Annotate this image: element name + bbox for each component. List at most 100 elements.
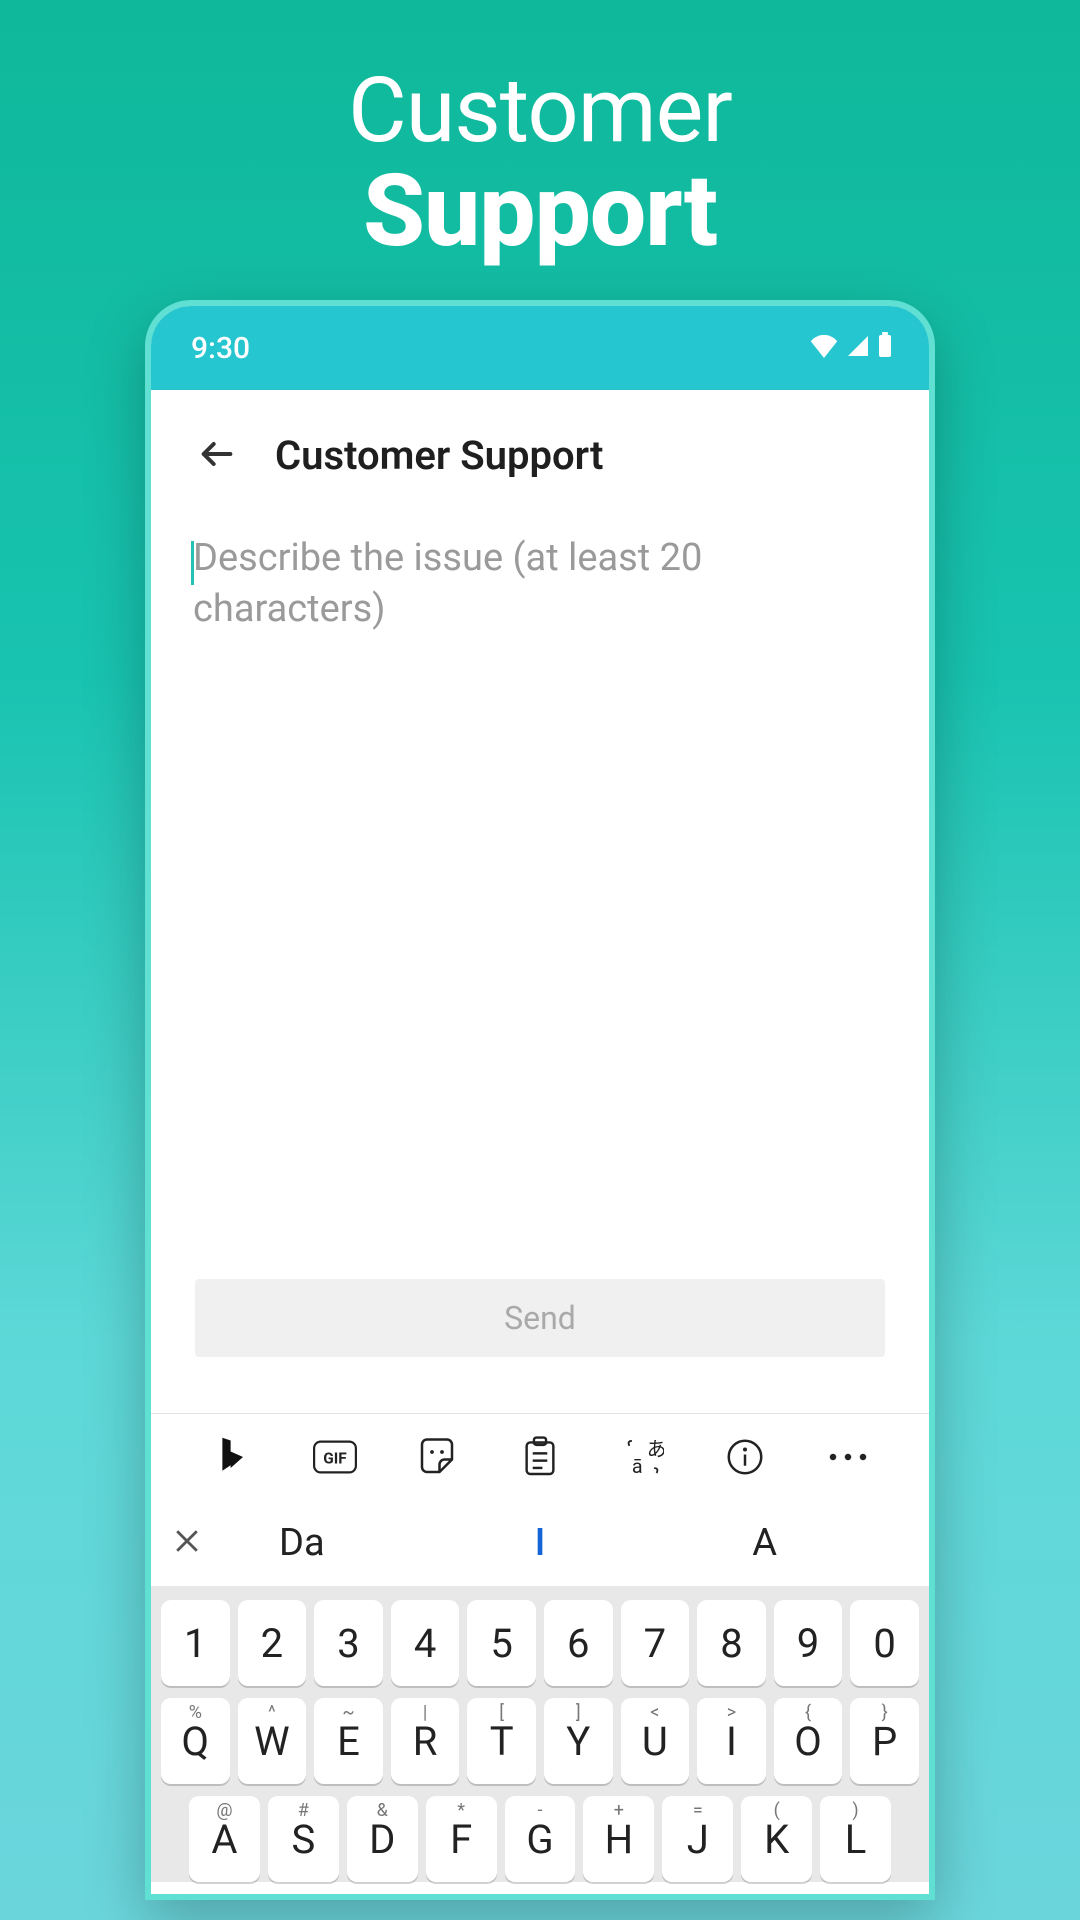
suggestion-1[interactable]: Da: [201, 1521, 325, 1565]
svg-text:GIF: GIF: [323, 1450, 347, 1468]
svg-text:ā: ā: [631, 1455, 642, 1478]
status-icons: [809, 331, 899, 366]
signal-icon: [845, 331, 871, 366]
key-main-label: O: [794, 1718, 822, 1765]
key-main-label: F: [450, 1816, 472, 1863]
phone-frame: 9:30 Customer Support Send: [145, 300, 935, 1900]
keyboard-row-asdf: @A#S&D*F-G+H=J(K)L: [161, 1796, 919, 1882]
bing-icon[interactable]: [210, 1435, 254, 1479]
key-main-label: 9: [797, 1620, 819, 1667]
key-O[interactable]: {O: [774, 1698, 843, 1784]
key-main-label: D: [369, 1816, 395, 1863]
key-Y[interactable]: ]Y: [544, 1698, 613, 1784]
key-H[interactable]: +H: [583, 1796, 654, 1882]
key-5[interactable]: 5: [467, 1600, 536, 1686]
key-main-label: Q: [182, 1718, 210, 1765]
more-icon[interactable]: [826, 1435, 870, 1479]
key-alt-label: *: [457, 1800, 465, 1821]
suggestion-close-group: Da: [173, 1521, 418, 1565]
sticker-icon[interactable]: [415, 1435, 459, 1479]
text-cursor: [191, 541, 194, 585]
info-icon[interactable]: [723, 1435, 767, 1479]
key-4[interactable]: 4: [391, 1600, 460, 1686]
main-content: Send: [151, 509, 929, 1413]
key-main-label: 2: [261, 1620, 283, 1667]
key-U[interactable]: <U: [621, 1698, 690, 1784]
key-main-label: H: [605, 1816, 634, 1863]
app-header: Customer Support: [151, 390, 929, 509]
key-F[interactable]: *F: [426, 1796, 497, 1882]
key-alt-label: +: [614, 1800, 624, 1821]
suggestion-3[interactable]: A: [662, 1521, 907, 1565]
key-main-label: I: [726, 1718, 737, 1765]
key-J[interactable]: =J: [662, 1796, 733, 1882]
key-main-label: J: [687, 1816, 709, 1863]
suggestion-2[interactable]: I: [418, 1521, 663, 1565]
key-R[interactable]: |R: [391, 1698, 460, 1784]
arrow-left-icon: [197, 459, 237, 478]
key-G[interactable]: -G: [505, 1796, 576, 1882]
key-alt-label: [: [499, 1702, 504, 1723]
key-S[interactable]: #S: [268, 1796, 339, 1882]
key-main-label: 5: [490, 1620, 512, 1667]
key-alt-label: {: [805, 1702, 811, 1723]
key-P[interactable]: }P: [850, 1698, 919, 1784]
keyboard-keys: 1234567890 %Q^W~E|R[T]Y<U>I{O}P @A#S&D*F…: [151, 1586, 929, 1882]
key-W[interactable]: ^W: [238, 1698, 307, 1784]
key-6[interactable]: 6: [544, 1600, 613, 1686]
key-main-label: S: [291, 1816, 315, 1863]
keyboard-toolbar: GIF āあ: [151, 1414, 929, 1500]
promo-title: Customer Support: [348, 58, 732, 270]
issue-textarea[interactable]: [187, 533, 893, 753]
page-title: Customer Support: [275, 432, 603, 479]
status-bar: 9:30: [151, 306, 929, 390]
key-alt-label: ]: [576, 1702, 581, 1723]
key-alt-label: |: [423, 1702, 427, 1723]
key-L[interactable]: )L: [820, 1796, 891, 1882]
key-E[interactable]: ~E: [314, 1698, 383, 1784]
key-alt-label: ^: [268, 1702, 276, 1723]
key-T[interactable]: [T: [467, 1698, 536, 1784]
key-alt-label: >: [727, 1702, 736, 1723]
key-D[interactable]: &D: [347, 1796, 418, 1882]
key-2[interactable]: 2: [238, 1600, 307, 1686]
key-8[interactable]: 8: [697, 1600, 766, 1686]
gif-icon[interactable]: GIF: [313, 1435, 357, 1479]
key-alt-label: @: [216, 1800, 232, 1821]
key-main-label: 6: [567, 1620, 589, 1667]
key-K[interactable]: (K: [741, 1796, 812, 1882]
close-icon[interactable]: [173, 1521, 201, 1565]
promo-title-line1: Customer: [348, 58, 732, 163]
key-1[interactable]: 1: [161, 1600, 230, 1686]
key-0[interactable]: 0: [850, 1600, 919, 1686]
clipboard-icon[interactable]: [518, 1435, 562, 1479]
back-button[interactable]: [197, 434, 237, 478]
key-alt-label: (: [774, 1800, 780, 1821]
issue-field-wrap: [187, 533, 893, 757]
status-time: 9:30: [181, 331, 250, 366]
key-I[interactable]: >I: [697, 1698, 766, 1784]
key-3[interactable]: 3: [314, 1600, 383, 1686]
key-main-label: Y: [566, 1718, 590, 1765]
key-alt-label: &: [377, 1800, 388, 1821]
key-alt-label: <: [650, 1702, 659, 1723]
key-alt-label: }: [882, 1702, 888, 1723]
key-alt-label: #: [298, 1800, 309, 1821]
keyboard-suggestion-bar: Da I A: [151, 1500, 929, 1586]
translate-icon[interactable]: āあ: [621, 1435, 665, 1479]
promo-title-line2: Support: [348, 153, 732, 270]
key-7[interactable]: 7: [621, 1600, 690, 1686]
key-main-label: 8: [720, 1620, 742, 1667]
key-9[interactable]: 9: [774, 1600, 843, 1686]
send-button[interactable]: Send: [195, 1279, 885, 1357]
key-alt-label: %: [189, 1702, 202, 1723]
key-main-label: W: [254, 1718, 290, 1765]
key-main-label: R: [413, 1718, 438, 1765]
wifi-icon: [809, 331, 839, 366]
key-Q[interactable]: %Q: [161, 1698, 230, 1784]
svg-text:あ: あ: [646, 1438, 663, 1461]
key-main-label: 3: [337, 1620, 359, 1667]
key-main-label: 0: [873, 1620, 895, 1667]
key-alt-label: -: [538, 1800, 543, 1821]
key-A[interactable]: @A: [189, 1796, 260, 1882]
